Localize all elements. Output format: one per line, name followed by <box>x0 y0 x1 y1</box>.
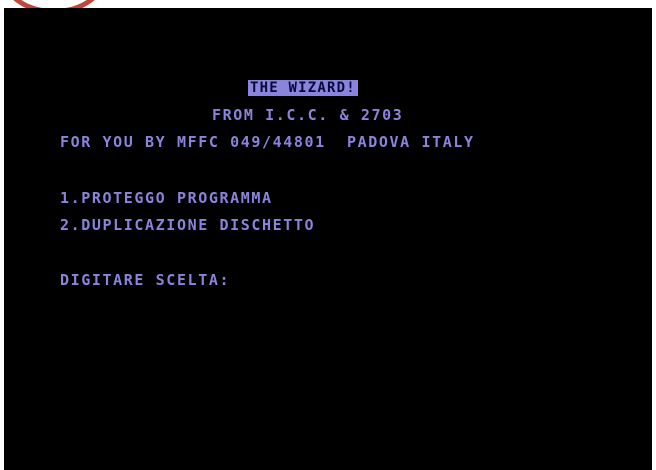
menu-option-duplicate-disk[interactable]: 2.DUPLICAZIONE DISCHETTO <box>60 217 315 233</box>
c64-screen: THE WIZARD! FROM I.C.C. & 2703 FOR YOU B… <box>4 8 652 470</box>
choice-prompt[interactable]: DIGITARE SCELTA: <box>60 272 230 288</box>
program-title: THE WIZARD! <box>248 80 358 96</box>
credits-for-line: FOR YOU BY MFFC 049/44801 PADOVA ITALY <box>60 133 475 151</box>
credits-from-line: FROM I.C.C. & 2703 <box>212 106 404 124</box>
menu-option-protect-program[interactable]: 1.PROTEGGO PROGRAMMA <box>60 190 273 206</box>
